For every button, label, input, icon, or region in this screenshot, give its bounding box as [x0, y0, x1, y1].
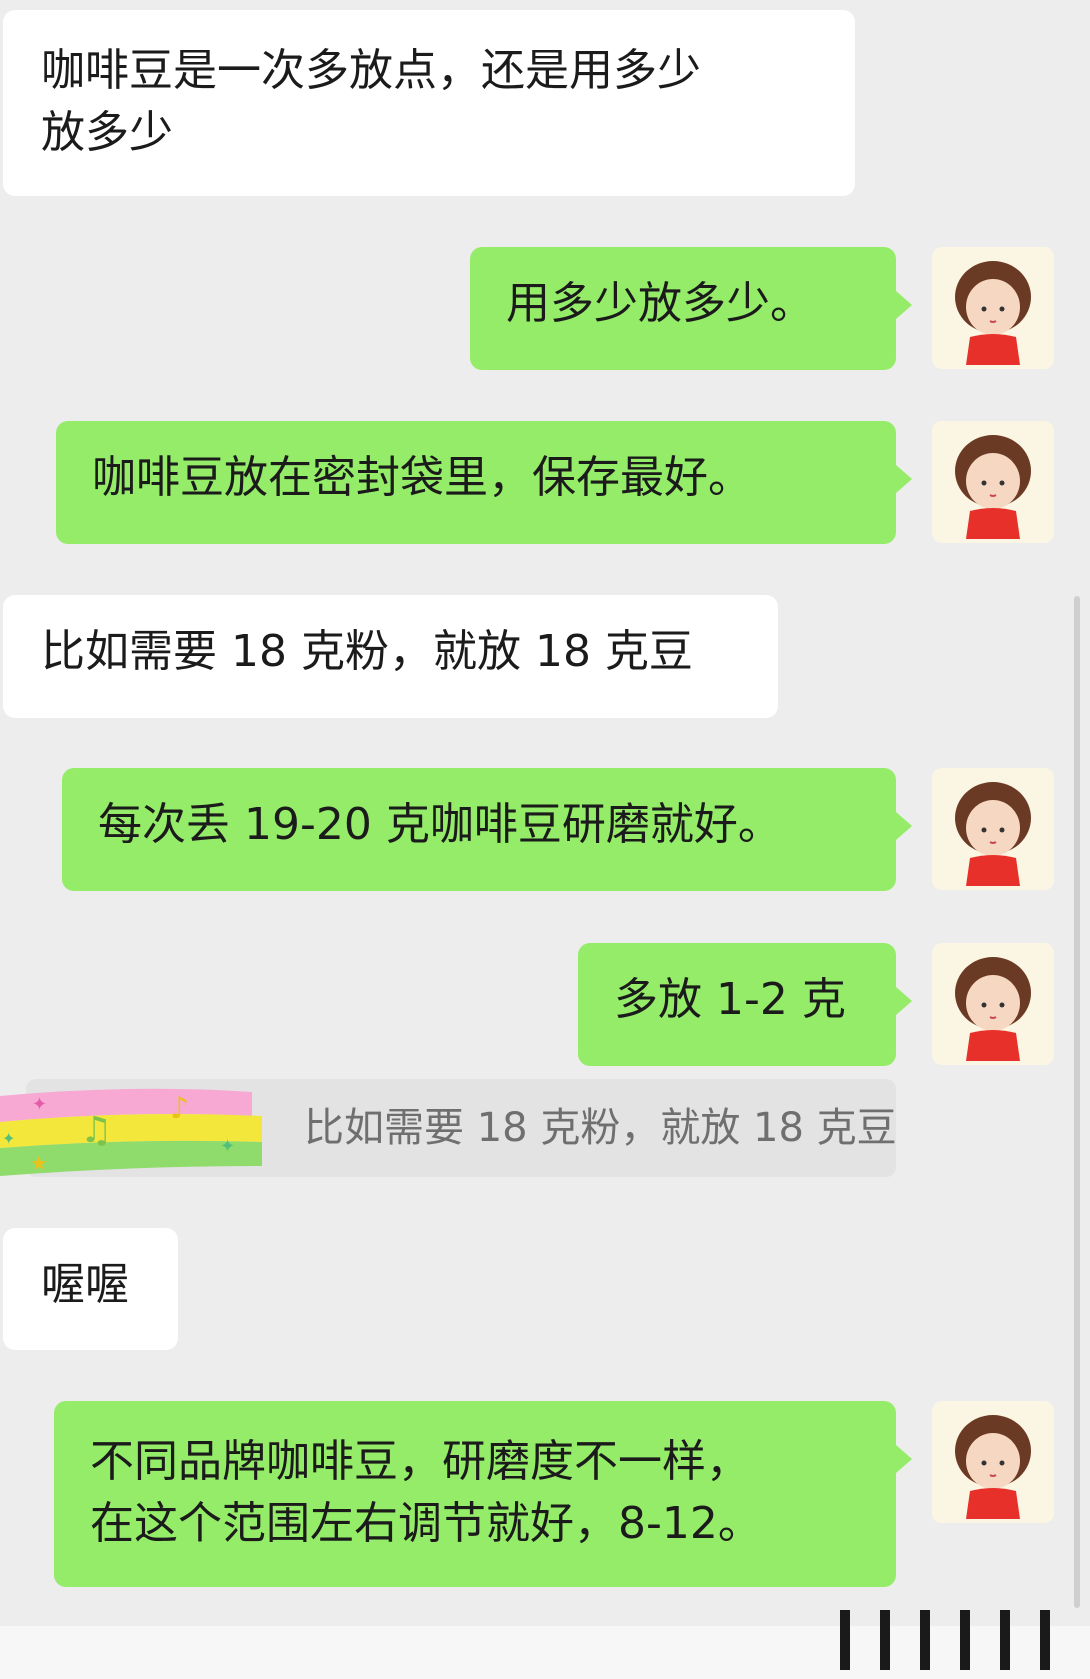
rainbow-music-stripe-icon: ♫ ♪ ✦ ★ ✦ ✦ [0, 1088, 262, 1176]
svg-text:✦: ✦ [220, 1136, 235, 1157]
svg-text:✦: ✦ [2, 1129, 15, 1148]
outgoing-message[interactable]: 不同品牌咖啡豆，研磨度不一样， 在这个范围左右调节就好，8-12。 [54, 1401, 912, 1587]
user-avatar[interactable] [932, 247, 1054, 369]
user-avatar[interactable] [932, 1401, 1054, 1523]
scrollbar[interactable] [1074, 596, 1080, 1608]
quoted-message-text: 比如需要 18 克粉，就放 18 克豆 [304, 1105, 897, 1151]
svg-text:♫: ♫ [80, 1110, 112, 1151]
avatar-icon [932, 1401, 1054, 1523]
svg-text:✦: ✦ [32, 1094, 47, 1115]
user-avatar[interactable] [932, 421, 1054, 543]
incoming-message[interactable]: 喔喔 [3, 1228, 178, 1350]
incoming-message[interactable]: 比如需要 18 克粉，就放 18 克豆 [3, 595, 778, 718]
outgoing-message[interactable]: 多放 1-2 克 [578, 943, 912, 1066]
user-avatar[interactable] [932, 768, 1054, 890]
avatar-icon [932, 943, 1054, 1065]
svg-text:★: ★ [30, 1151, 48, 1175]
avatar-icon [932, 247, 1054, 369]
outgoing-message[interactable]: 用多少放多少。 [470, 247, 912, 370]
outgoing-message[interactable]: 咖啡豆放在密封袋里，保存最好。 [56, 421, 912, 544]
user-avatar[interactable] [932, 943, 1054, 1065]
svg-text:♪: ♪ [170, 1091, 189, 1126]
avatar-icon [932, 768, 1054, 890]
incoming-message[interactable]: 咖啡豆是一次多放点，还是用多少 放多少 [3, 10, 855, 196]
watermark-bars [840, 1606, 1090, 1676]
outgoing-message[interactable]: 每次丢 19-20 克咖啡豆研磨就好。 [62, 768, 912, 891]
avatar-icon [932, 421, 1054, 543]
